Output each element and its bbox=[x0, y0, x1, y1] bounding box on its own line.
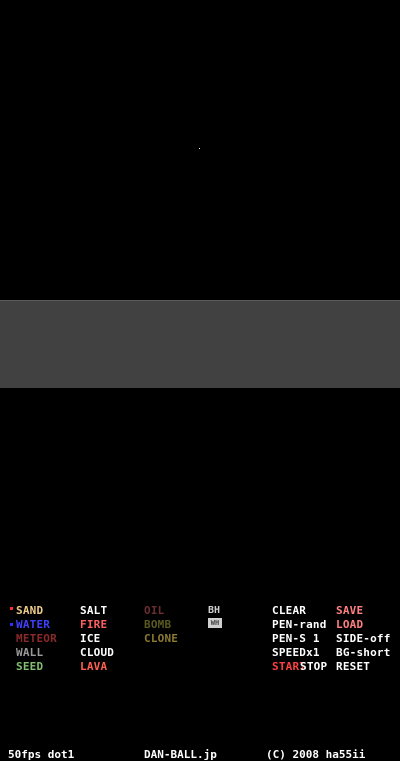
element-meteor-button[interactable]: METEOR bbox=[16, 633, 57, 645]
pen-size-button[interactable]: PEN-S 1 bbox=[272, 633, 320, 645]
reset-button[interactable]: RESET bbox=[336, 661, 370, 673]
bg-button[interactable]: BG-short bbox=[336, 647, 391, 659]
selected-right-marker bbox=[10, 623, 13, 626]
pen-type-button[interactable]: PEN-rand bbox=[272, 619, 327, 631]
element-fire-button[interactable]: FIRE bbox=[80, 619, 107, 631]
status-bar: 50fps dot1 DAN-BALL.jp (C) 2008 ha55ii bbox=[0, 374, 400, 761]
element-water-button[interactable]: WATER bbox=[16, 619, 50, 631]
fps-readout: 50fps dot1 bbox=[8, 748, 75, 761]
element-wall-button[interactable]: WALL bbox=[16, 647, 43, 659]
element-sand-button[interactable]: SAND bbox=[16, 605, 43, 617]
stop-button[interactable]: STOP bbox=[300, 661, 327, 673]
element-bomb-button[interactable]: BOMB bbox=[144, 619, 171, 631]
element-wh-button[interactable]: WH bbox=[208, 618, 222, 628]
speed-button[interactable]: SPEEDx1 bbox=[272, 647, 320, 659]
element-salt-button[interactable]: SALT bbox=[80, 605, 107, 617]
element-ice-button[interactable]: ICE bbox=[80, 633, 100, 645]
selected-left-marker bbox=[10, 607, 13, 610]
clear-button[interactable]: CLEAR bbox=[272, 605, 306, 617]
element-clone-button[interactable]: CLONE bbox=[144, 633, 178, 645]
element-cloud-button[interactable]: CLOUD bbox=[80, 647, 114, 659]
element-seed-button[interactable]: SEED bbox=[16, 661, 43, 673]
particle-dot bbox=[199, 148, 200, 149]
site-link[interactable]: DAN-BALL.jp bbox=[144, 749, 217, 761]
side-button[interactable]: SIDE-off bbox=[336, 633, 391, 645]
sandbox-canvas[interactable] bbox=[0, 0, 400, 300]
load-button[interactable]: LOAD bbox=[336, 619, 363, 631]
element-oil-button[interactable]: OIL bbox=[144, 605, 164, 617]
copyright-text: (C) 2008 ha55ii bbox=[266, 748, 366, 761]
control-panel: SAND WATER METEOR WALL SEED SALT FIRE IC… bbox=[0, 300, 400, 673]
element-bh-button[interactable]: BH bbox=[208, 605, 220, 616]
save-button[interactable]: SAVE bbox=[336, 605, 363, 617]
element-lava-button[interactable]: LAVA bbox=[80, 661, 107, 673]
